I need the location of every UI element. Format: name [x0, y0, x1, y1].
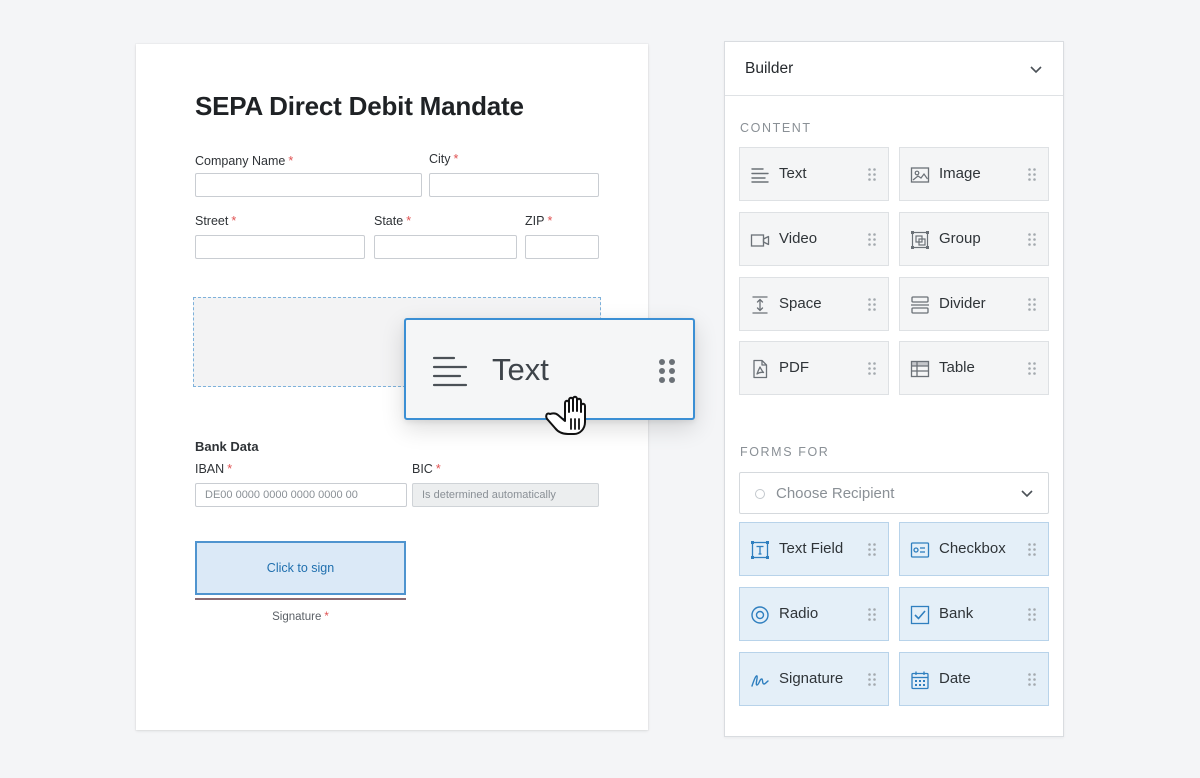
recipient-select-value: Choose Recipient: [776, 485, 895, 502]
builder-item-label: Bank: [939, 605, 974, 622]
signature-label: Signature *: [272, 611, 329, 623]
chevron-down-icon: [1021, 490, 1033, 498]
builder-item-label: Video: [779, 230, 818, 247]
content-section-title: CONTENT: [740, 121, 812, 135]
city-input[interactable]: [429, 173, 599, 197]
image-icon: [910, 167, 930, 183]
calendar-icon: [911, 671, 929, 690]
divider-icon: [911, 296, 929, 314]
builder-item-label: Image: [939, 165, 981, 182]
required-mark: *: [406, 214, 412, 228]
signature-line: [195, 598, 406, 600]
street-input[interactable]: [195, 235, 365, 259]
builder-panel: Builder CONTENT Text Image Video Group S…: [724, 41, 1064, 737]
radio-icon: [751, 606, 769, 624]
drag-preview-label: Text: [492, 352, 549, 387]
builder-item-label: PDF: [779, 359, 809, 376]
builder-title: Builder: [745, 59, 794, 77]
page-title: SEPA Direct Debit Mandate: [195, 91, 524, 121]
builder-item-space[interactable]: Space: [739, 277, 889, 331]
required-mark: *: [453, 152, 459, 166]
drag-handle-icon: [1028, 233, 1036, 246]
city-label: City *: [429, 152, 459, 166]
forms-section-title: FORMS FOR: [740, 445, 830, 459]
align-left-icon: [751, 168, 769, 183]
text-field-icon: [751, 541, 769, 559]
builder-item-date[interactable]: Date: [899, 652, 1049, 706]
builder-header[interactable]: Builder: [725, 42, 1063, 96]
drag-handle-icon: [659, 359, 675, 383]
drag-handle-icon: [868, 543, 876, 556]
company-name-input[interactable]: [195, 173, 422, 197]
drag-handle-icon: [1028, 673, 1036, 686]
builder-item-label: Radio: [779, 605, 819, 622]
required-mark: *: [547, 214, 553, 228]
drag-handle-icon: [868, 233, 876, 246]
drag-handle-icon: [868, 673, 876, 686]
builder-item-pdf[interactable]: PDF: [739, 341, 889, 395]
builder-item-label: Divider: [939, 295, 986, 312]
builder-item-text[interactable]: Text: [739, 147, 889, 201]
recipient-dot-icon: [755, 489, 765, 499]
chevron-down-icon: [1030, 65, 1042, 73]
required-mark: *: [324, 611, 329, 623]
required-mark: *: [435, 462, 441, 476]
required-mark: *: [227, 462, 233, 476]
group-icon: [911, 231, 929, 249]
builder-item-label: Space: [779, 295, 822, 312]
builder-item-radio[interactable]: Radio: [739, 587, 889, 641]
drag-handle-icon: [868, 362, 876, 375]
builder-item-group[interactable]: Group: [899, 212, 1049, 266]
builder-item-table[interactable]: Table: [899, 341, 1049, 395]
drag-handle-icon: [1028, 168, 1036, 181]
iban-label: IBAN *: [195, 462, 233, 476]
state-label: State *: [374, 214, 412, 228]
required-mark: *: [288, 154, 294, 168]
align-left-icon: [432, 356, 468, 387]
builder-item-bank[interactable]: Bank: [899, 587, 1049, 641]
drag-handle-icon: [868, 298, 876, 311]
builder-item-video[interactable]: Video: [739, 212, 889, 266]
builder-item-label: Signature: [779, 670, 844, 687]
bic-input: Is determined automatically: [412, 483, 599, 507]
choose-recipient-select[interactable]: Choose Recipient: [739, 472, 1049, 514]
zip-input[interactable]: [525, 235, 599, 259]
drag-handle-icon: [1028, 362, 1036, 375]
bank-data-heading: Bank Data: [195, 439, 259, 454]
builder-item-divider[interactable]: Divider: [899, 277, 1049, 331]
zip-label: ZIP *: [525, 214, 553, 228]
builder-item-image[interactable]: Image: [899, 147, 1049, 201]
drag-handle-icon: [1028, 543, 1036, 556]
street-label: Street *: [195, 214, 237, 228]
table-icon: [910, 360, 930, 378]
builder-item-text-field[interactable]: Text Field: [739, 522, 889, 576]
builder-item-label: Checkbox: [939, 540, 1006, 557]
builder-item-label: Date: [939, 670, 971, 687]
space-icon: [752, 296, 768, 314]
checkbox-field-icon: [910, 542, 930, 558]
pdf-icon: [753, 359, 768, 379]
drag-handle-icon: [868, 168, 876, 181]
builder-item-label: Table: [939, 359, 975, 376]
video-icon: [750, 234, 770, 247]
builder-item-label: Text Field: [779, 540, 844, 557]
drag-handle-icon: [868, 608, 876, 621]
bank-check-icon: [910, 605, 930, 625]
builder-item-label: Text: [779, 165, 807, 182]
signature-icon: [751, 675, 769, 687]
grab-cursor-icon: [545, 395, 586, 435]
builder-item-signature[interactable]: Signature: [739, 652, 889, 706]
drag-handle-icon: [1028, 298, 1036, 311]
required-mark: *: [231, 214, 237, 228]
click-to-sign-button[interactable]: Click to sign: [195, 541, 406, 595]
state-input[interactable]: [374, 235, 517, 259]
drag-handle-icon: [1028, 608, 1036, 621]
bic-label: BIC *: [412, 462, 441, 476]
company-name-label: Company Name *: [195, 154, 294, 168]
builder-item-checkbox[interactable]: Checkbox: [899, 522, 1049, 576]
iban-input[interactable]: DE00 0000 0000 0000 0000 00: [195, 483, 407, 507]
builder-item-label: Group: [939, 230, 981, 247]
